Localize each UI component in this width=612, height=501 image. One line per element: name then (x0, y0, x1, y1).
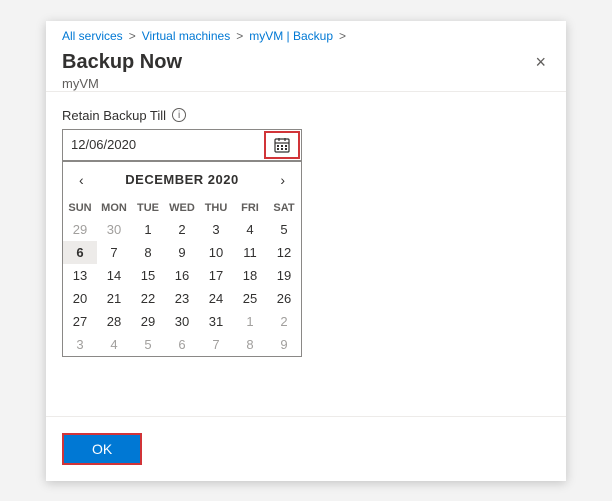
calendar-week: 293012345 (63, 218, 301, 241)
calendar-day[interactable]: 18 (233, 264, 267, 287)
breadcrumb-myvm-backup[interactable]: myVM | Backup (249, 29, 333, 43)
calendar-day[interactable]: 29 (63, 218, 97, 241)
panel-subtitle: myVM (62, 76, 182, 91)
calendar-day[interactable]: 17 (199, 264, 233, 287)
field-label: Retain Backup Till i (62, 108, 550, 123)
calendar-week: 3456789 (63, 333, 301, 356)
calendar-day[interactable]: 20 (63, 287, 97, 310)
panel-body: Retain Backup Till i (46, 92, 566, 404)
calendar-day[interactable]: 6 (165, 333, 199, 356)
calendar-day[interactable]: 3 (199, 218, 233, 241)
calendar-day[interactable]: 5 (131, 333, 165, 356)
calendar-day[interactable]: 15 (131, 264, 165, 287)
day-header-sun: SUN (63, 198, 97, 218)
breadcrumb-sep-1: > (129, 29, 136, 43)
calendar-day[interactable]: 23 (165, 287, 199, 310)
calendar-day[interactable]: 9 (267, 333, 301, 356)
calendar-week: 20212223242526 (63, 287, 301, 310)
calendar-day[interactable]: 13 (63, 264, 97, 287)
calendar-day[interactable]: 7 (97, 241, 131, 264)
calendar-next-button[interactable]: › (274, 170, 291, 190)
backup-panel: All services > Virtual machines > myVM |… (46, 21, 566, 481)
calendar-day[interactable]: 2 (267, 310, 301, 333)
breadcrumb-virtual-machines[interactable]: Virtual machines (142, 29, 231, 43)
date-input[interactable] (63, 132, 263, 157)
calendar-month-year: DECEMBER 2020 (125, 172, 238, 187)
panel-header: Backup Now myVM × (46, 43, 566, 91)
calendar-prev-button[interactable]: ‹ (73, 170, 90, 190)
calendar-day[interactable]: 9 (165, 241, 199, 264)
date-input-wrapper (62, 129, 302, 161)
calendar-day[interactable]: 10 (199, 241, 233, 264)
calendar-day[interactable]: 25 (233, 287, 267, 310)
calendar-week: 6789101112 (63, 241, 301, 264)
calendar-day[interactable]: 30 (97, 218, 131, 241)
calendar-day[interactable]: 19 (267, 264, 301, 287)
calendar-day[interactable]: 6 (63, 241, 97, 264)
calendar-day[interactable]: 4 (233, 218, 267, 241)
day-header-mon: MON (97, 198, 131, 218)
calendar-day[interactable]: 26 (267, 287, 301, 310)
calendar-icon (274, 137, 290, 153)
calendar-day[interactable]: 27 (63, 310, 97, 333)
calendar-day[interactable]: 22 (131, 287, 165, 310)
calendar-day[interactable]: 1 (131, 218, 165, 241)
day-header-fri: FRI (233, 198, 267, 218)
calendar-week: 272829303112 (63, 310, 301, 333)
breadcrumb: All services > Virtual machines > myVM |… (46, 21, 566, 43)
calendar-day[interactable]: 11 (233, 241, 267, 264)
calendar-day-headers: SUN MON TUE WED THU FRI SAT (63, 198, 301, 218)
calendar-day[interactable]: 2 (165, 218, 199, 241)
calendar-day[interactable]: 1 (233, 310, 267, 333)
retain-backup-label: Retain Backup Till (62, 108, 166, 123)
day-header-wed: WED (165, 198, 199, 218)
day-header-thu: THU (199, 198, 233, 218)
calendar-day[interactable]: 16 (165, 264, 199, 287)
calendar-day[interactable]: 14 (97, 264, 131, 287)
calendar-day[interactable]: 24 (199, 287, 233, 310)
calendar-day[interactable]: 28 (97, 310, 131, 333)
panel-footer: OK (46, 416, 566, 481)
calendar-day[interactable]: 29 (131, 310, 165, 333)
calendar-day[interactable]: 4 (97, 333, 131, 356)
calendar-grid: SUN MON TUE WED THU FRI SAT 293012345678… (63, 198, 301, 356)
calendar-day[interactable]: 8 (233, 333, 267, 356)
calendar-day[interactable]: 3 (63, 333, 97, 356)
calendar-day[interactable]: 30 (165, 310, 199, 333)
calendar-day[interactable]: 31 (199, 310, 233, 333)
calendar-day[interactable]: 21 (97, 287, 131, 310)
calendar-body: 2930123456789101112131415161718192021222… (63, 218, 301, 356)
day-header-tue: TUE (131, 198, 165, 218)
calendar-week: 13141516171819 (63, 264, 301, 287)
breadcrumb-sep-2: > (236, 29, 243, 43)
calendar-toggle-button[interactable] (264, 131, 300, 159)
calendar-day[interactable]: 8 (131, 241, 165, 264)
ok-button[interactable]: OK (62, 433, 142, 465)
calendar-header: ‹ DECEMBER 2020 › (63, 162, 301, 198)
day-header-sat: SAT (267, 198, 301, 218)
calendar-container: ‹ DECEMBER 2020 › SUN MON TUE WED THU FR… (62, 161, 302, 357)
calendar-day[interactable]: 12 (267, 241, 301, 264)
info-icon: i (172, 108, 186, 122)
panel-title: Backup Now (62, 51, 182, 74)
close-button[interactable]: × (531, 51, 550, 73)
breadcrumb-sep-3: > (339, 29, 346, 43)
calendar-day[interactable]: 5 (267, 218, 301, 241)
calendar-day[interactable]: 7 (199, 333, 233, 356)
breadcrumb-all-services[interactable]: All services (62, 29, 123, 43)
